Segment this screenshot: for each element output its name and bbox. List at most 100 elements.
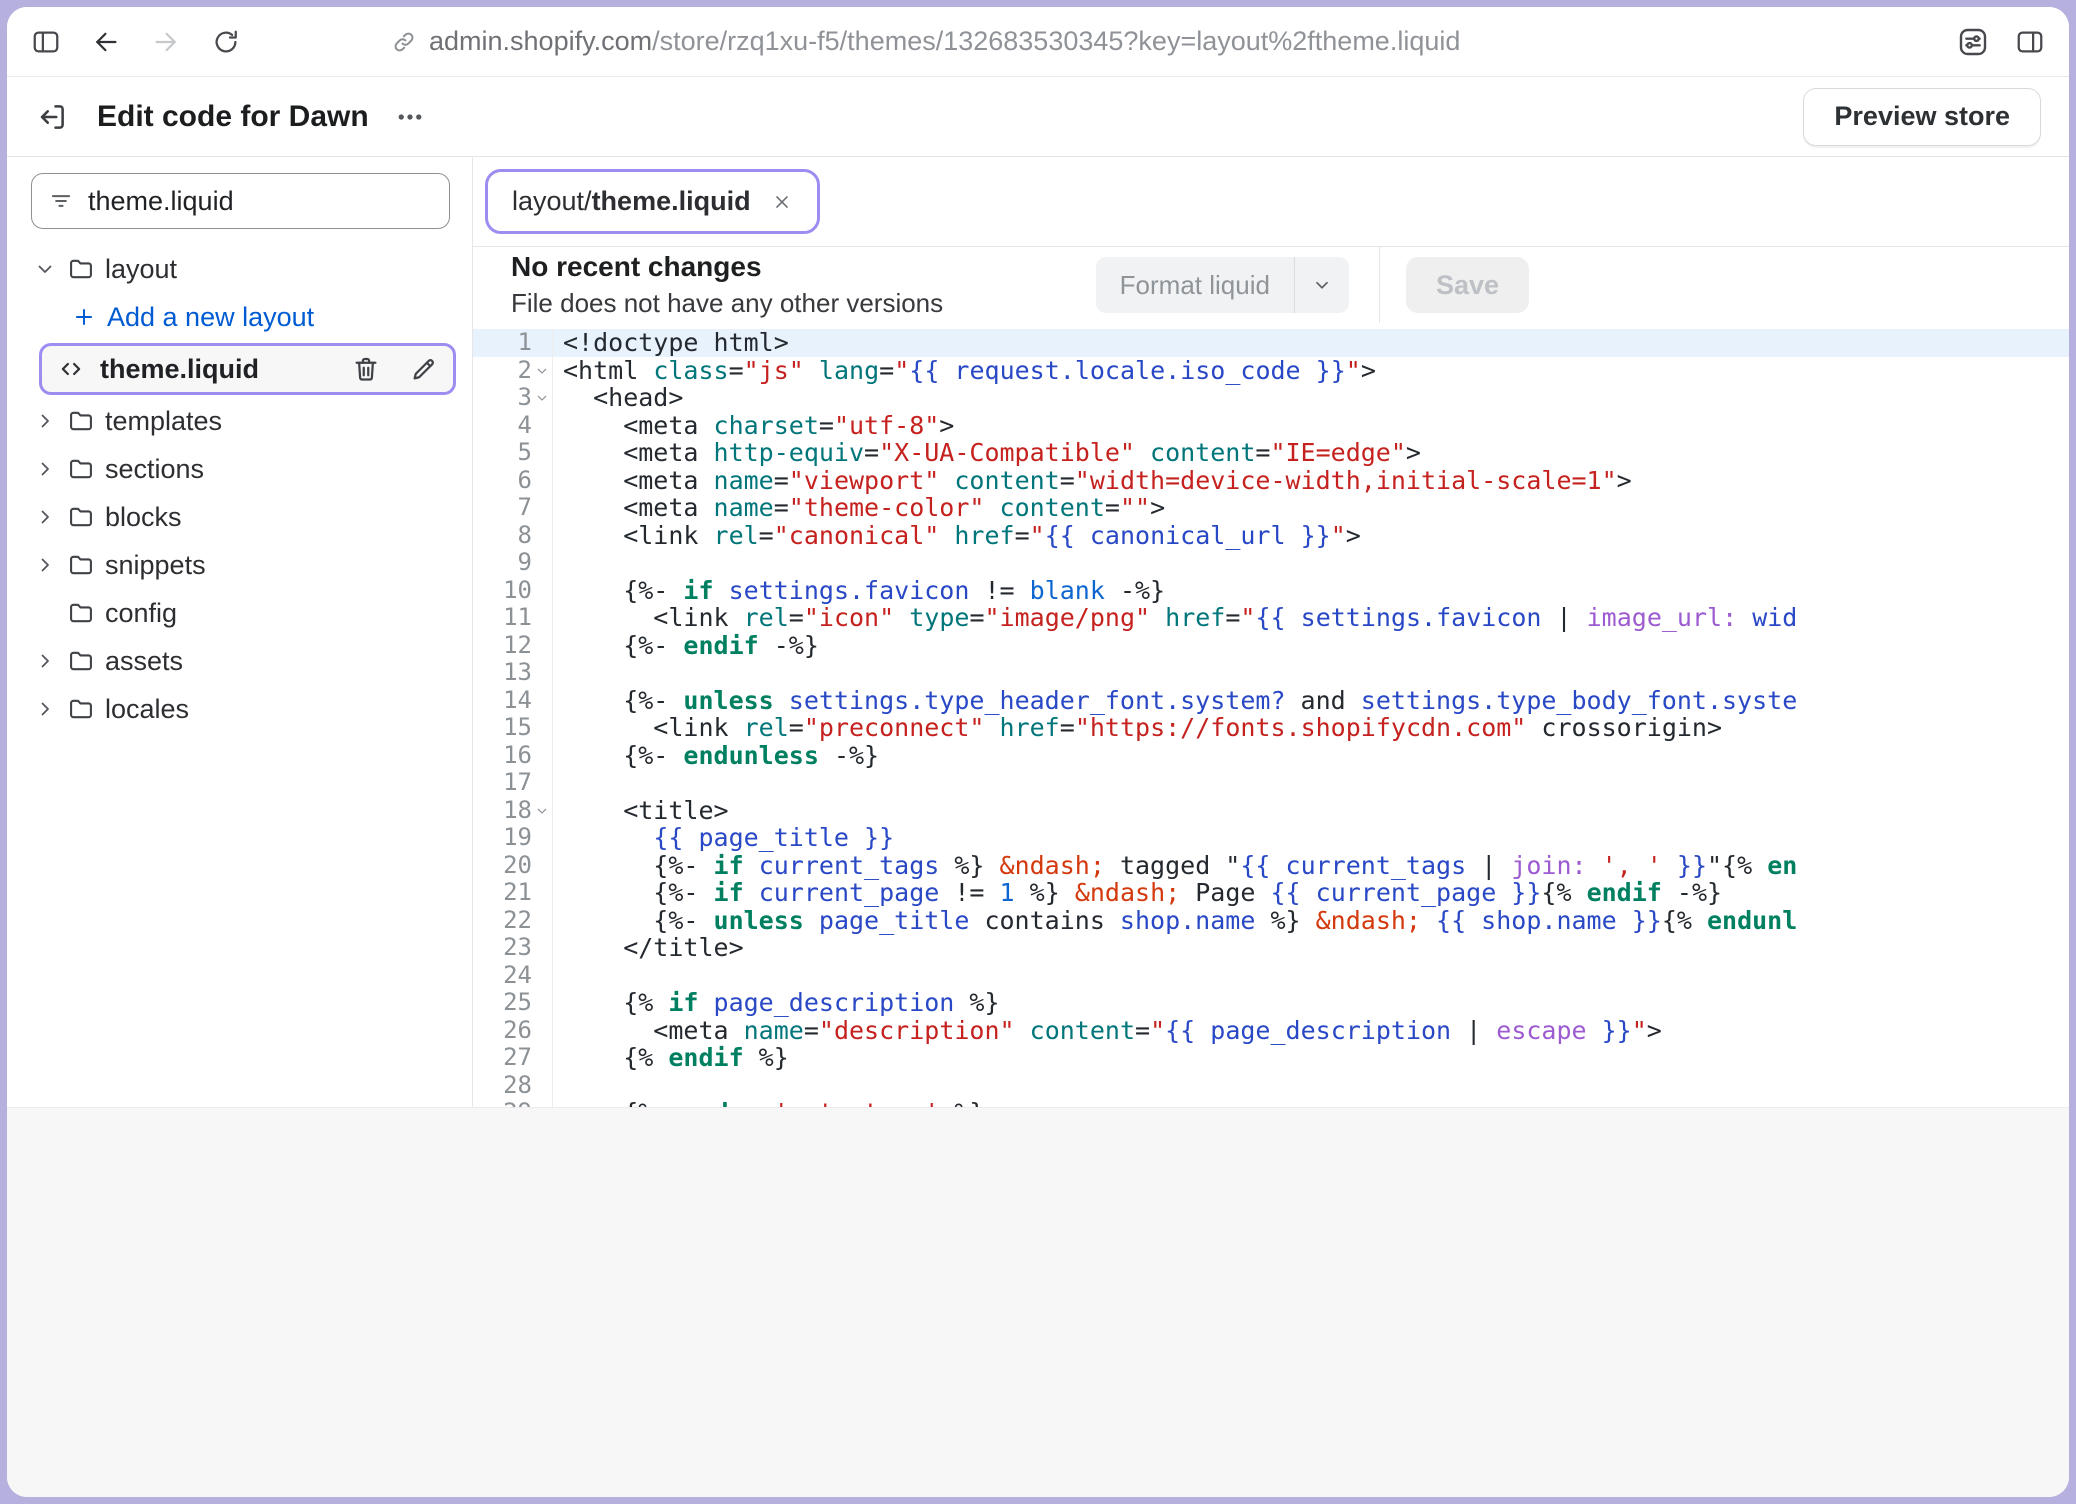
back-button[interactable] (91, 27, 121, 57)
line-number: 27 (473, 1044, 553, 1072)
line-number: 29 (473, 1099, 553, 1107)
chevron-right-icon[interactable] (33, 457, 57, 481)
line-number: 2 (473, 357, 553, 385)
code-line-25[interactable]: 25 {% if page_description %} (473, 989, 2069, 1017)
right-sidebar-toggle-button[interactable] (2015, 27, 2045, 57)
code-line-16[interactable]: 16 {%- endunless -%} (473, 742, 2069, 770)
code-line-15[interactable]: 15 <link rel="preconnect" href="https://… (473, 714, 2069, 742)
line-number: 6 (473, 467, 553, 495)
code-line-7[interactable]: 7 <meta name="theme-color" content=""> (473, 494, 2069, 522)
code-line-3[interactable]: 3 <head> (473, 384, 2069, 412)
file-search-input[interactable]: theme.liquid (31, 173, 450, 229)
code-line-6[interactable]: 6 <meta name="viewport" content="width=d… (473, 467, 2069, 495)
code-line-17[interactable]: 17 (473, 769, 2069, 797)
chevron-down-icon[interactable] (534, 363, 550, 379)
code-line-11[interactable]: 11 <link rel="icon" type="image/png" hre… (473, 604, 2069, 632)
exit-editor-button[interactable] (35, 100, 69, 134)
format-dropdown-button[interactable] (1295, 257, 1349, 313)
code-line-21[interactable]: 21 {%- if current_page != 1 %} &ndash; P… (473, 879, 2069, 907)
chevron-down-icon[interactable] (33, 257, 57, 281)
tab-path-prefix: layout/ (512, 186, 592, 216)
status-subtitle: File does not have any other versions (511, 288, 943, 319)
page-settings-button[interactable] (1957, 26, 1989, 58)
tree-item-layout[interactable]: layout (21, 245, 460, 293)
code-line-29[interactable]: 29 {% render 'meta-tags' %} (473, 1099, 2069, 1107)
folder-icon (67, 503, 95, 531)
code-line-14[interactable]: 14 {%- unless settings.type_header_font.… (473, 687, 2069, 715)
sidebar-toggle-button[interactable] (31, 27, 61, 57)
folder-icon (67, 455, 95, 483)
code-line-text: <meta name="theme-color" content=""> (553, 494, 1165, 522)
back-arrow-icon (91, 27, 121, 57)
tree-item-label: sections (105, 454, 204, 485)
line-number: 9 (473, 549, 553, 577)
tree-item-locales[interactable]: locales (21, 685, 460, 733)
tree-item-label: snippets (105, 550, 206, 581)
search-value: theme.liquid (88, 186, 234, 217)
forward-arrow-icon (151, 27, 181, 57)
chevron-right-icon[interactable] (33, 649, 57, 673)
tree-item-blocks[interactable]: blocks (21, 493, 460, 541)
tree-item-config[interactable]: config (21, 589, 460, 637)
folder-icon (67, 255, 95, 283)
code-line-9[interactable]: 9 (473, 549, 2069, 577)
code-line-8[interactable]: 8 <link rel="canonical" href="{{ canonic… (473, 522, 2069, 550)
code-line-27[interactable]: 27 {% endif %} (473, 1044, 2069, 1072)
browser-window: admin.shopify.com/store/rzq1xu-f5/themes… (7, 7, 2069, 1497)
line-number: 23 (473, 934, 553, 962)
address-bar[interactable]: admin.shopify.com/store/rzq1xu-f5/themes… (391, 26, 1460, 57)
code-icon (56, 354, 86, 384)
forward-button[interactable] (151, 27, 181, 57)
tree-item-label: locales (105, 694, 189, 725)
code-line-text: <meta name="viewport" content="width=dev… (553, 467, 1632, 495)
reload-button[interactable] (211, 27, 241, 57)
chevron-down-icon[interactable] (534, 803, 550, 819)
save-button[interactable]: Save (1406, 257, 1529, 313)
code-line-text: <meta http-equiv="X-UA-Compatible" conte… (553, 439, 1421, 467)
code-line-19[interactable]: 19 {{ page_title }} (473, 824, 2069, 852)
add-layout-button[interactable]: Add a new layout (21, 293, 460, 341)
code-line-28[interactable]: 28 (473, 1072, 2069, 1100)
more-menu-button[interactable] (395, 102, 425, 132)
preview-store-button[interactable]: Preview store (1803, 88, 2041, 146)
code-line-12[interactable]: 12 {%- endif -%} (473, 632, 2069, 660)
code-editor[interactable]: 1<!doctype html>2<html class="js" lang="… (473, 323, 2069, 1107)
code-line-18[interactable]: 18 <title> (473, 797, 2069, 825)
editor-panel: layout/theme.liquid No recent changes Fi… (473, 157, 2069, 1107)
tree-item-theme-liquid[interactable]: theme.liquid (39, 343, 456, 395)
chevron-right-icon[interactable] (33, 505, 57, 529)
tab-theme-liquid[interactable]: layout/theme.liquid (492, 176, 813, 227)
code-line-1[interactable]: 1<!doctype html> (473, 329, 2069, 357)
plus-icon (71, 304, 97, 330)
code-line-20[interactable]: 20 {%- if current_tags %} &ndash; tagged… (473, 852, 2069, 880)
code-line-text: {%- if current_page != 1 %} &ndash; Page… (553, 879, 1722, 907)
code-line-26[interactable]: 26 <meta name="description" content="{{ … (473, 1017, 2069, 1045)
code-line-4[interactable]: 4 <meta charset="utf-8"> (473, 412, 2069, 440)
tab-file-name: theme.liquid (592, 186, 751, 216)
code-line-24[interactable]: 24 (473, 962, 2069, 990)
code-line-text: {%- endunless -%} (553, 742, 879, 770)
tree-item-templates[interactable]: templates (21, 397, 460, 445)
code-line-2[interactable]: 2<html class="js" lang="{{ request.local… (473, 357, 2069, 385)
code-line-23[interactable]: 23 </title> (473, 934, 2069, 962)
chevron-right-icon[interactable] (33, 409, 57, 433)
link-icon (391, 29, 417, 55)
status-title: No recent changes (511, 251, 943, 283)
tree-item-sections[interactable]: sections (21, 445, 460, 493)
line-number: 8 (473, 522, 553, 550)
delete-file-button[interactable] (351, 354, 381, 384)
trash-icon (351, 354, 381, 384)
code-line-10[interactable]: 10 {%- if settings.favicon != blank -%} (473, 577, 2069, 605)
chevron-right-icon[interactable] (33, 553, 57, 577)
rename-file-button[interactable] (409, 354, 439, 384)
chevron-down-icon[interactable] (534, 390, 550, 406)
tree-item-label: templates (105, 406, 222, 437)
tree-item-assets[interactable]: assets (21, 637, 460, 685)
tree-item-snippets[interactable]: snippets (21, 541, 460, 589)
tab-close-button[interactable] (771, 191, 793, 213)
format-liquid-button[interactable]: Format liquid (1096, 257, 1294, 313)
chevron-right-icon[interactable] (33, 697, 57, 721)
code-line-22[interactable]: 22 {%- unless page_title contains shop.n… (473, 907, 2069, 935)
code-line-13[interactable]: 13 (473, 659, 2069, 687)
code-line-5[interactable]: 5 <meta http-equiv="X-UA-Compatible" con… (473, 439, 2069, 467)
